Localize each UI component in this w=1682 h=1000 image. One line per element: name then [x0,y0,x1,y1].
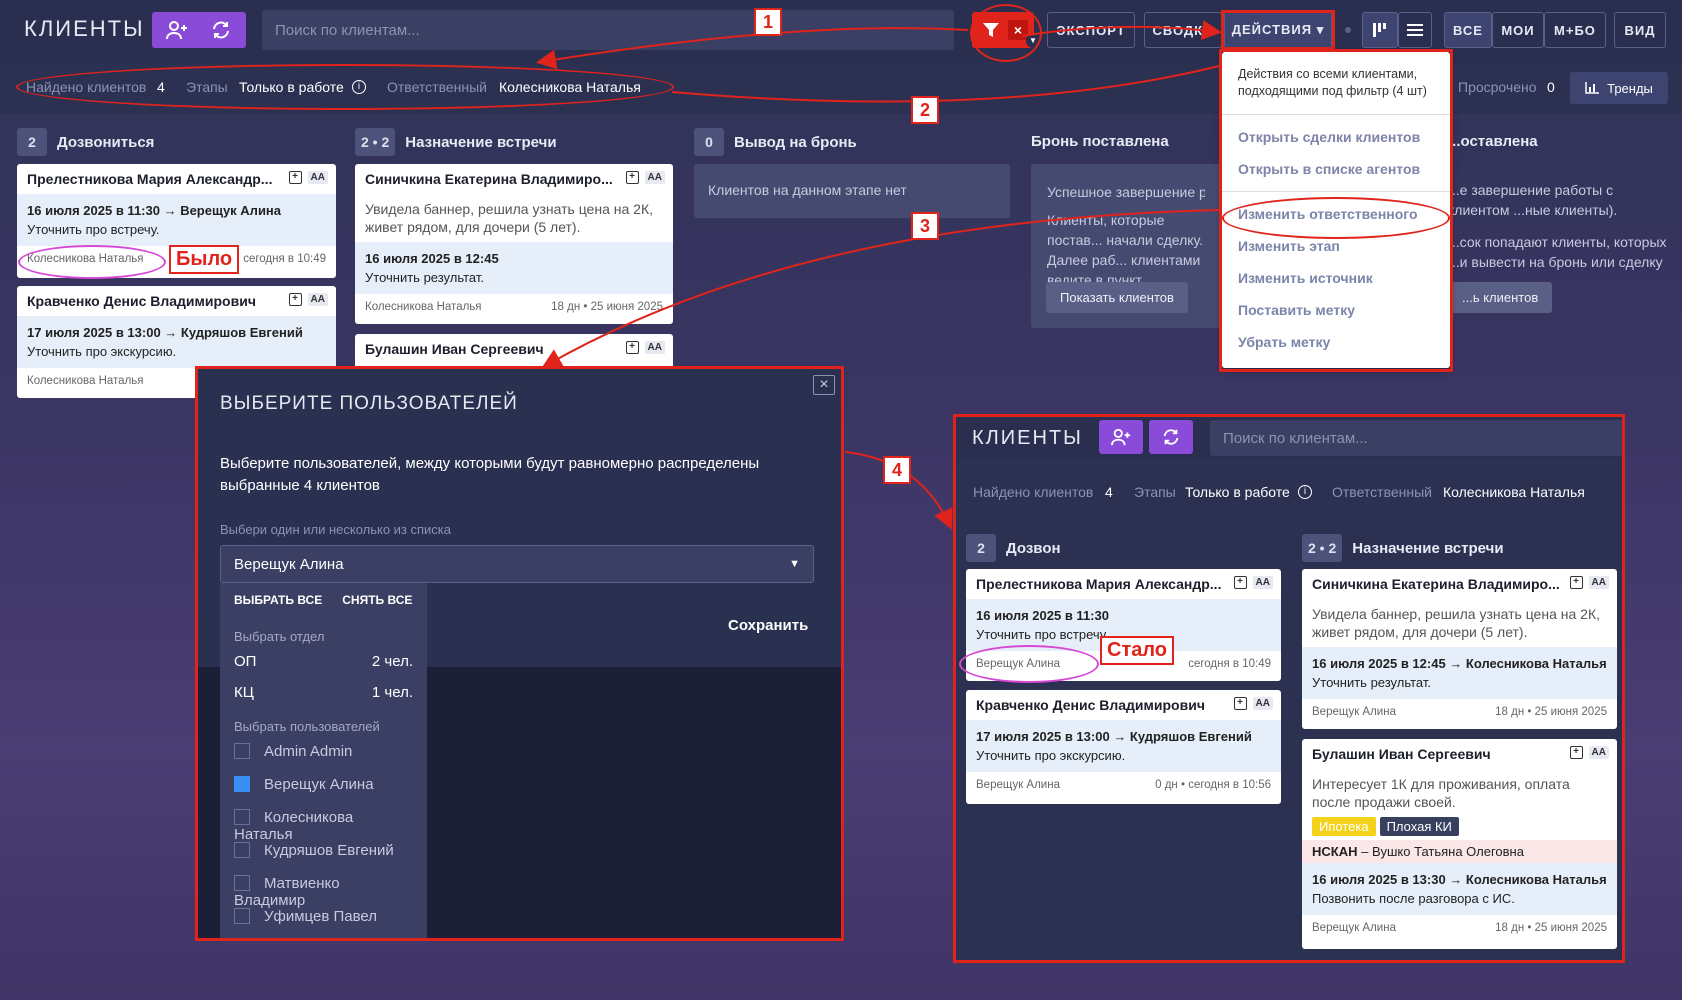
step-marker-4: 4 [883,456,911,484]
step-marker-2: 2 [911,96,939,124]
step-marker-1: 1 [754,8,782,36]
annotation-arrows [536,20,1222,530]
step-marker-3: 3 [911,212,939,240]
